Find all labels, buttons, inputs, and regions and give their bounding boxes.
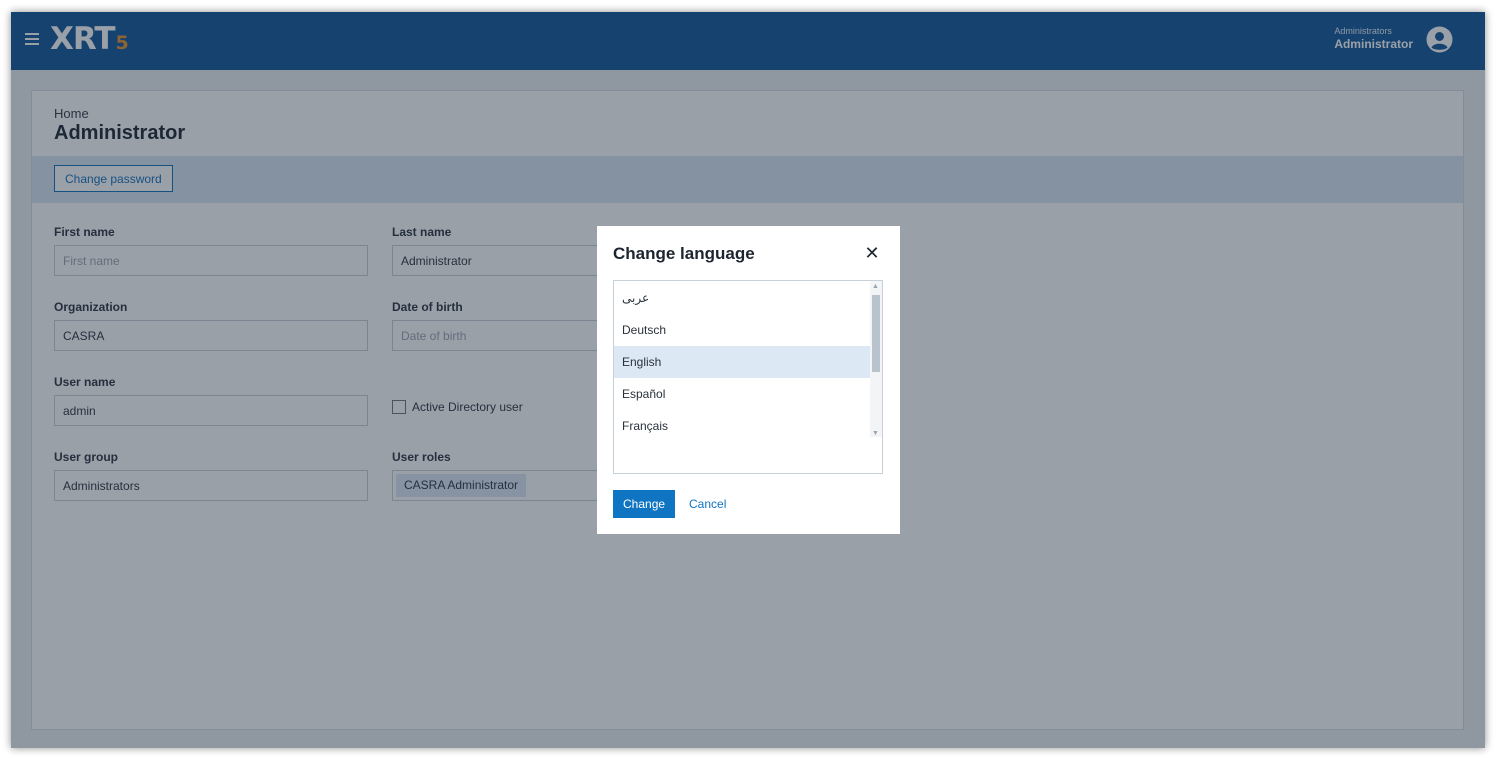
language-option[interactable]: Deutsch: [614, 314, 870, 346]
language-listbox[interactable]: عربى Deutsch English Español Français ▲ …: [613, 280, 883, 474]
app-window: XRT5 Administrators Administrator Home A…: [11, 12, 1485, 748]
scroll-up-icon[interactable]: ▲: [872, 283, 879, 290]
scrollbar-thumb[interactable]: [872, 295, 880, 372]
listbox-scrollbar[interactable]: ▲ ▼: [870, 281, 882, 437]
close-icon[interactable]: ✕: [864, 244, 880, 262]
language-option-selected[interactable]: English: [614, 346, 870, 378]
language-option[interactable]: عربى: [614, 282, 870, 314]
change-language-dialog: Change language ✕ عربى Deutsch English E…: [597, 226, 900, 534]
language-option[interactable]: Español: [614, 378, 870, 410]
change-button[interactable]: Change: [613, 490, 676, 518]
scroll-down-icon[interactable]: ▼: [872, 430, 879, 437]
cancel-button[interactable]: Cancel: [689, 497, 726, 511]
dialog-title: Change language: [613, 244, 755, 263]
language-option[interactable]: Français: [614, 410, 870, 442]
